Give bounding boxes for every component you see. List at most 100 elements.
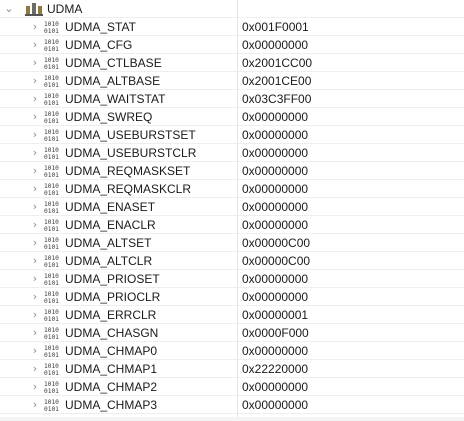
tree-row-register[interactable]: › 1010 0101 UDMA_ALTSET 0x00000C00 — [0, 234, 464, 252]
svg-text:1010: 1010 — [44, 111, 59, 118]
register-value[interactable]: 0x00000000 — [242, 145, 308, 161]
register-value[interactable]: 0x00000000 — [242, 289, 308, 305]
chevron-right-icon[interactable]: › — [30, 129, 40, 141]
register-value[interactable]: 0x00000001 — [242, 307, 308, 323]
scroll-edge — [0, 417, 464, 421]
binary-register-icon: 1010 0101 — [44, 38, 62, 52]
chevron-right-icon[interactable]: › — [30, 399, 40, 411]
chevron-right-icon[interactable]: › — [30, 75, 40, 87]
chevron-right-icon[interactable]: › — [30, 183, 40, 195]
tree-row-register[interactable]: › 1010 0101 UDMA_WAITSTAT 0x03C3FF00 — [0, 90, 464, 108]
register-value[interactable]: 0x00000000 — [242, 397, 308, 413]
tree-row-register[interactable]: › 1010 0101 UDMA_SWREQ 0x00000000 — [0, 108, 464, 126]
tree-row-register[interactable]: › 1010 0101 UDMA_PRIOCLR 0x00000000 — [0, 288, 464, 306]
register-value[interactable]: 0x00000C00 — [242, 253, 310, 269]
register-value[interactable]: 0x03C3FF00 — [242, 91, 311, 107]
chevron-right-icon[interactable]: › — [30, 201, 40, 213]
tree-row-register[interactable]: › 1010 0101 UDMA_CHMAP0 0x00000000 — [0, 342, 464, 360]
register-value[interactable]: 0x00000000 — [242, 271, 308, 287]
chevron-right-icon[interactable]: › — [30, 309, 40, 321]
register-value[interactable]: 0x00000000 — [242, 199, 308, 215]
chevron-right-icon[interactable]: › — [30, 255, 40, 267]
register-value[interactable]: 0x0000F000 — [242, 325, 309, 341]
chevron-right-icon[interactable]: › — [30, 363, 40, 375]
tree-row-register[interactable]: › 1010 0101 UDMA_ALTCLR 0x00000C00 — [0, 252, 464, 270]
svg-text:1010: 1010 — [44, 309, 59, 316]
tree-row-udma[interactable]: ⌄ UDMA — [0, 0, 464, 18]
svg-text:0101: 0101 — [44, 82, 59, 88]
register-value[interactable]: 0x00000000 — [242, 343, 308, 359]
register-name: UDMA_CTLBASE — [65, 56, 162, 70]
tree-row-register[interactable]: › 1010 0101 UDMA_USEBURSTSET 0x00000000 — [0, 126, 464, 144]
register-value[interactable]: 0x00000000 — [242, 109, 308, 125]
chevron-right-icon[interactable]: › — [30, 327, 40, 339]
tree-row-register[interactable]: › 1010 0101 UDMA_CFG 0x00000000 — [0, 36, 464, 54]
svg-text:0101: 0101 — [44, 100, 59, 106]
register-value[interactable]: 0x00000C00 — [242, 235, 310, 251]
svg-text:1010: 1010 — [44, 273, 59, 280]
chevron-right-icon[interactable]: › — [30, 21, 40, 33]
register-value[interactable]: 0x22220000 — [242, 361, 308, 377]
chevron-right-icon[interactable]: › — [30, 381, 40, 393]
chevron-right-icon[interactable]: › — [30, 219, 40, 231]
register-name: UDMA_USEBURSTCLR — [65, 146, 197, 160]
tree-row-register[interactable]: › 1010 0101 UDMA_USEBURSTCLR 0x00000000 — [0, 144, 464, 162]
chevron-right-icon[interactable]: › — [30, 111, 40, 123]
register-name: UDMA_ALTSET — [65, 236, 152, 250]
register-name: UDMA_REQMASKCLR — [65, 182, 192, 196]
svg-text:1010: 1010 — [44, 363, 59, 370]
chevron-right-icon[interactable]: › — [30, 165, 40, 177]
chevron-right-icon[interactable]: › — [30, 93, 40, 105]
tree-row-register[interactable]: › 1010 0101 UDMA_CHMAP3 0x00000000 — [0, 396, 464, 414]
svg-text:0101: 0101 — [44, 406, 59, 412]
register-group-icon — [25, 3, 43, 16]
binary-register-icon: 1010 0101 — [44, 110, 62, 124]
chevron-right-icon[interactable]: › — [30, 291, 40, 303]
tree-row-register[interactable]: › 1010 0101 UDMA_ERRCLR 0x00000001 — [0, 306, 464, 324]
binary-register-icon: 1010 0101 — [44, 290, 62, 304]
register-value[interactable]: 0x00000000 — [242, 379, 308, 395]
chevron-down-icon[interactable]: ⌄ — [4, 3, 14, 15]
svg-text:0101: 0101 — [44, 172, 59, 178]
register-value[interactable]: 0x00000000 — [242, 37, 308, 53]
tree-row-register[interactable]: › 1010 0101 UDMA_ALTBASE 0x2001CE00 — [0, 72, 464, 90]
svg-text:1010: 1010 — [44, 39, 59, 46]
register-value[interactable]: 0x001F0001 — [242, 19, 309, 35]
binary-register-icon: 1010 0101 — [44, 308, 62, 322]
tree-row-register[interactable]: › 1010 0101 UDMA_ENACLR 0x00000000 — [0, 216, 464, 234]
register-value[interactable]: 0x00000000 — [242, 181, 308, 197]
register-name: UDMA_CHMAP2 — [65, 380, 158, 394]
tree-row-register[interactable]: › 1010 0101 UDMA_CHASGN 0x0000F000 — [0, 324, 464, 342]
tree-row-register[interactable]: › 1010 0101 UDMA_PRIOSET 0x00000000 — [0, 270, 464, 288]
register-name: UDMA_ENACLR — [65, 218, 156, 232]
svg-text:0101: 0101 — [44, 208, 59, 214]
register-value[interactable]: 0x2001CE00 — [242, 73, 311, 89]
svg-text:1010: 1010 — [44, 255, 59, 262]
binary-register-icon: 1010 0101 — [44, 182, 62, 196]
chevron-right-icon[interactable]: › — [30, 57, 40, 69]
chevron-right-icon[interactable]: › — [30, 273, 40, 285]
svg-text:0101: 0101 — [44, 334, 59, 340]
binary-register-icon: 1010 0101 — [44, 254, 62, 268]
chevron-right-icon[interactable]: › — [30, 237, 40, 249]
tree-row-register[interactable]: › 1010 0101 UDMA_CHMAP2 0x00000000 — [0, 378, 464, 396]
chevron-right-icon[interactable]: › — [30, 39, 40, 51]
register-value[interactable]: 0x00000000 — [242, 163, 308, 179]
tree-row-register[interactable]: › 1010 0101 UDMA_ENASET 0x00000000 — [0, 198, 464, 216]
chevron-right-icon[interactable]: › — [30, 345, 40, 357]
svg-text:0101: 0101 — [44, 370, 59, 376]
register-name: UDMA_SWREQ — [65, 110, 153, 124]
svg-text:1010: 1010 — [44, 147, 59, 154]
tree-row-register[interactable]: › 1010 0101 UDMA_REQMASKSET 0x00000000 — [0, 162, 464, 180]
register-value[interactable]: 0x2001CC00 — [242, 55, 312, 71]
tree-row-register[interactable]: › 1010 0101 UDMA_CHMAP1 0x22220000 — [0, 360, 464, 378]
tree-row-register[interactable]: › 1010 0101 UDMA_CTLBASE 0x2001CC00 — [0, 54, 464, 72]
register-value[interactable]: 0x00000000 — [242, 217, 308, 233]
register-name: UDMA_PRIOCLR — [65, 290, 161, 304]
chevron-right-icon[interactable]: › — [30, 147, 40, 159]
tree-row-register[interactable]: › 1010 0101 UDMA_REQMASKCLR 0x00000000 — [0, 180, 464, 198]
tree-row-register[interactable]: › 1010 0101 UDMA_STAT 0x001F0001 — [0, 18, 464, 36]
binary-register-icon: 1010 0101 — [44, 236, 62, 250]
register-value[interactable]: 0x00000000 — [242, 127, 308, 143]
binary-register-icon: 1010 0101 — [44, 20, 62, 34]
